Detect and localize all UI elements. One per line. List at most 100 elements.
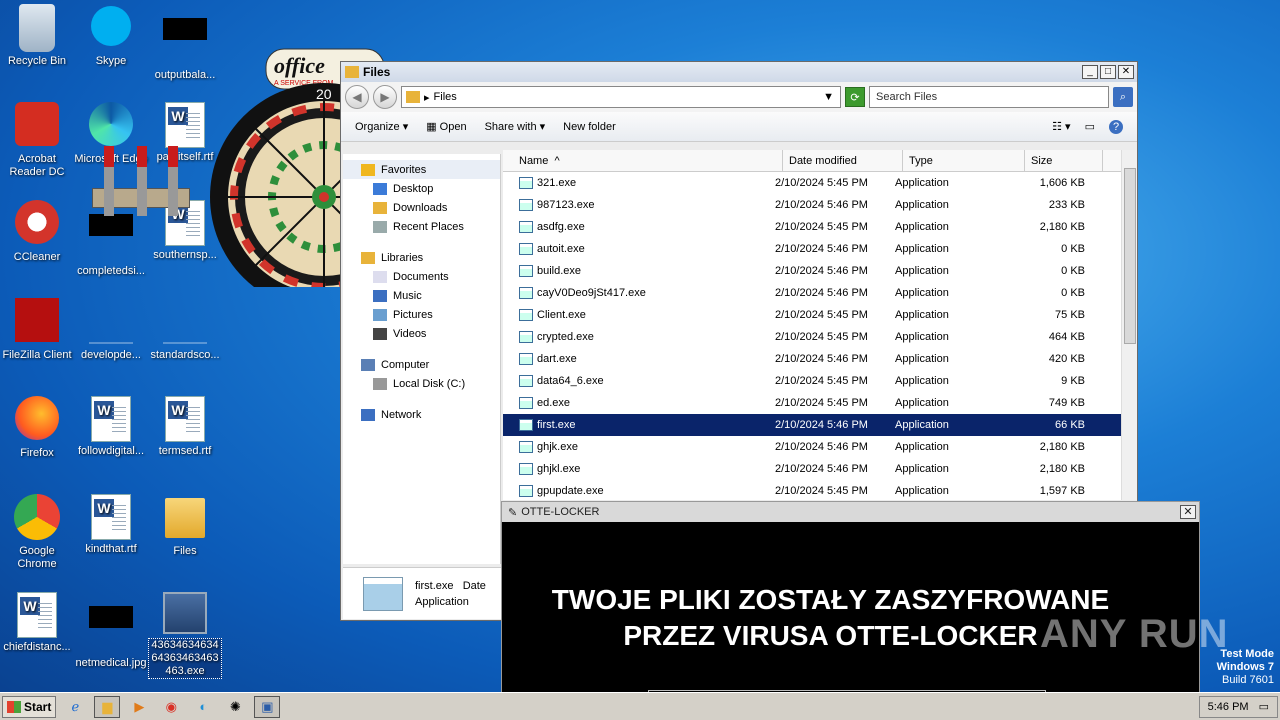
file-row[interactable]: first.exe 2/10/2024 5:46 PM Application 66 … [503, 414, 1135, 436]
file-name: ed.exe [537, 397, 571, 409]
file-row[interactable]: crypted.exe 2/10/2024 5:45 PM Application 4… [503, 326, 1135, 348]
desktop-icon-kindthat-rtf[interactable]: kindthat.rtf [74, 494, 148, 556]
preview-pane-icon[interactable]: ▭ [1085, 120, 1095, 134]
details-filename: first.exe [415, 579, 454, 592]
file-size: 1,597 KB [1039, 485, 1085, 497]
file-row[interactable]: cayV0Deo9jSt417.exe 2/10/2024 5:46 PM Appl… [503, 282, 1135, 304]
file-row[interactable]: Client.exe 2/10/2024 5:45 PM Application 75… [503, 304, 1135, 326]
dart-pin-2[interactable] [137, 146, 147, 216]
search-icon[interactable]: ⌕ [1113, 87, 1133, 107]
column-size[interactable]: Size [1025, 150, 1103, 171]
file-row[interactable]: ghjk.exe 2/10/2024 5:46 PM Application 2,18… [503, 436, 1135, 458]
desktop-icon-recycle-bin[interactable]: Recycle Bin [0, 4, 74, 68]
file-row[interactable]: asdfg.exe 2/10/2024 5:45 PM Application 2,1… [503, 216, 1135, 238]
close-button[interactable]: ✕ [1118, 65, 1134, 79]
desktop-icon-standardsco[interactable]: standardsco... [148, 298, 222, 362]
nav-item-local-disk-c[interactable]: Local Disk (C:) [343, 374, 500, 393]
minimize-button[interactable]: _ [1082, 65, 1098, 79]
nav-item-computer[interactable]: Computer [343, 355, 500, 374]
desktop-icon-termsed-rtf[interactable]: termsed.rtf [148, 396, 222, 458]
file-row[interactable]: dart.exe 2/10/2024 5:46 PM Application 420 … [503, 348, 1135, 370]
otte-locker-window[interactable]: ✎ OTTE-LOCKER ✕ TWOJE PLIKI ZOSTAŁY ZASZ… [501, 501, 1200, 720]
chrome-icon[interactable]: ◉ [158, 696, 184, 718]
locker-titlebar[interactable]: ✎ OTTE-LOCKER ✕ [502, 502, 1199, 522]
desktop-icon-developde[interactable]: developde... [74, 298, 148, 362]
desktop-icon-google-chrome[interactable]: Google Chrome [0, 494, 74, 571]
file-row[interactable]: 321.exe 2/10/2024 5:45 PM Application 1,606… [503, 172, 1135, 194]
desktop-icon-43634634634-64363463463-463-exe[interactable]: 43634634634 64363463463 463.exe [148, 592, 222, 679]
file-date: 2/10/2024 5:45 PM [775, 397, 868, 409]
nav-item-music[interactable]: Music [343, 286, 500, 305]
file-list[interactable]: Name ^ Date modified Type Size 321.exe 2/… [503, 150, 1135, 500]
forward-button[interactable]: ▶ [373, 85, 397, 109]
close-button[interactable]: ✕ [1180, 505, 1196, 519]
file-list-scrollbar[interactable] [1121, 150, 1137, 500]
folder-icon [345, 66, 359, 78]
file-row[interactable]: ghjkl.exe 2/10/2024 5:46 PM Application 2,1… [503, 458, 1135, 480]
desktop-icon-label: kindthat.rtf [85, 543, 137, 555]
desktop-icon-label: Firefox [20, 447, 54, 459]
desktop-icon-netmedical-jpg[interactable]: netmedical.jpg [74, 592, 148, 670]
nav-item-libraries[interactable]: Libraries [343, 248, 500, 267]
explorer-taskbar-icon[interactable]: ▆ [94, 695, 121, 718]
nav-item-label: Downloads [393, 201, 448, 214]
open-button[interactable]: ▦ Open [426, 120, 466, 133]
clock[interactable]: 5:46 PM [1208, 701, 1249, 713]
desktop-icon-label: 43634634634 64363463463 463.exe [148, 638, 222, 679]
locker-taskbar-icon[interactable]: ▣ [254, 695, 281, 718]
edge-icon[interactable]: ◐ [190, 696, 216, 718]
file-row[interactable]: gpupdate.exe 2/10/2024 5:45 PM Application… [503, 480, 1135, 502]
file-row[interactable]: 987123.exe 2/10/2024 5:46 PM Application 23… [503, 194, 1135, 216]
file-name: build.exe [537, 265, 582, 277]
desktop-icon-followdigital[interactable]: followdigital... [74, 396, 148, 458]
desktop-icon-ccleaner[interactable]: CCleaner [0, 200, 74, 264]
organize-button[interactable]: Organize ▾ [355, 120, 408, 133]
nav-item-label: Music [393, 289, 422, 302]
search-input[interactable]: Search Files [869, 86, 1109, 108]
maximize-button[interactable]: □ [1100, 65, 1116, 79]
view-options-icon[interactable]: ☷ ▾ [1052, 120, 1070, 134]
acrobat-icon [15, 102, 59, 146]
show-desktop-icon[interactable]: ▭ [1259, 700, 1269, 713]
chevron-down-icon[interactable]: ▼ [823, 91, 834, 103]
media-player-icon[interactable]: ▶ [126, 696, 152, 718]
nav-item-videos[interactable]: Videos [343, 324, 500, 343]
share-with-button[interactable]: Share with ▾ [485, 120, 546, 133]
back-button[interactable]: ◀ [345, 85, 369, 109]
dart-pin-3[interactable] [168, 146, 178, 216]
nav-item-recent-places[interactable]: Recent Places [343, 217, 500, 236]
nav-item-desktop[interactable]: Desktop [343, 179, 500, 198]
desktop-icon-files[interactable]: Files [148, 494, 222, 558]
start-button[interactable]: Start [2, 695, 57, 718]
navigation-pane: Favorites Desktop Downloads Recent Places Li… [343, 154, 501, 564]
nav-item-network[interactable]: Network [343, 405, 500, 424]
file-name: dart.exe [537, 353, 577, 365]
file-row[interactable]: ed.exe 2/10/2024 5:45 PM Application 749 KB [503, 392, 1135, 414]
application-icon [519, 199, 533, 211]
refresh-icon[interactable]: ⟳ [845, 87, 865, 107]
new-folder-button[interactable]: New folder [563, 121, 616, 133]
desktop-icon-acrobat-reader-dc[interactable]: Acrobat Reader DC [0, 102, 74, 179]
anyrun-watermark: ANY RUN [1040, 612, 1229, 656]
ie-icon[interactable]: ℯ [62, 696, 88, 718]
file-row[interactable]: autoit.exe 2/10/2024 5:46 PM Application 0 … [503, 238, 1135, 260]
dart-taskbar-icon[interactable]: ✺ [222, 696, 248, 718]
column-type[interactable]: Type [903, 150, 1025, 171]
column-date[interactable]: Date modified [783, 150, 903, 171]
desktop-icon-skype[interactable]: Skype [74, 4, 148, 68]
nav-item-favorites[interactable]: Favorites [343, 160, 500, 179]
column-name[interactable]: Name ^ [513, 150, 783, 171]
dart-pin-1[interactable] [104, 146, 114, 216]
application-icon [519, 397, 533, 409]
nav-item-downloads[interactable]: Downloads [343, 198, 500, 217]
help-icon[interactable]: ? [1109, 119, 1123, 134]
desktop-icon-chiefdistanc[interactable]: chiefdistanc... [0, 592, 74, 654]
desktop-icon-firefox[interactable]: Firefox [0, 396, 74, 460]
explorer-titlebar[interactable]: Files _ □ ✕ [341, 62, 1137, 82]
nav-item-pictures[interactable]: Pictures [343, 305, 500, 324]
address-bar[interactable]: ▸ Files ▼ [401, 86, 841, 108]
file-row[interactable]: build.exe 2/10/2024 5:46 PM Application 0 K… [503, 260, 1135, 282]
file-row[interactable]: data64_6.exe 2/10/2024 5:45 PM Application… [503, 370, 1135, 392]
nav-item-documents[interactable]: Documents [343, 267, 500, 286]
desktop-icon-filezilla-client[interactable]: FileZilla Client [0, 298, 74, 362]
